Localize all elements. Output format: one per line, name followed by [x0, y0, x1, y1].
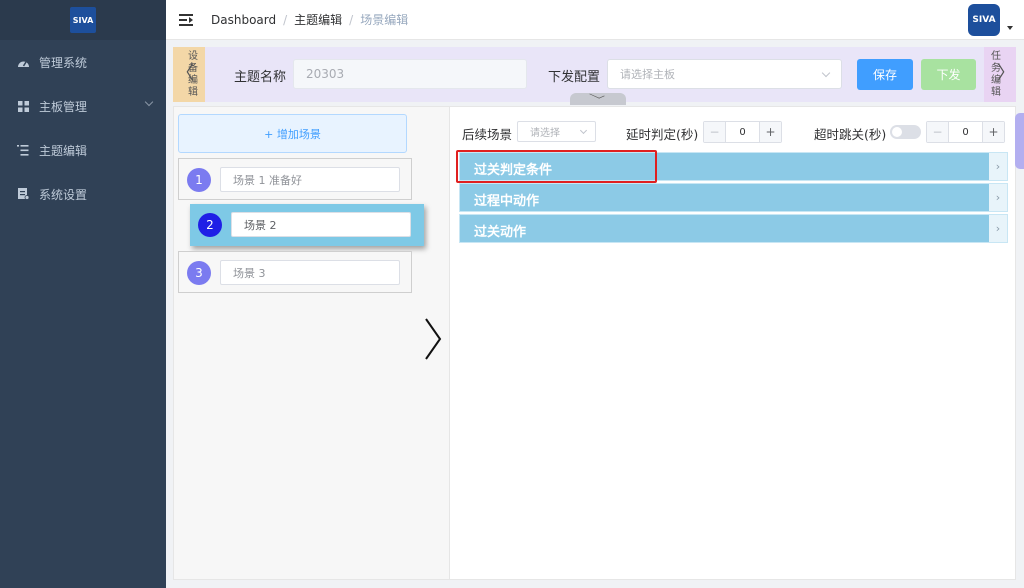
theme-name-input[interactable]: 20303	[293, 59, 527, 89]
settings-drawer-tab[interactable]	[1015, 113, 1024, 169]
next-scene-select[interactable]: 请选择	[517, 121, 596, 142]
board-select-placeholder: 请选择主板	[620, 68, 675, 81]
config-bar: 〈 设 备 编 辑 主题名称 20303 下发配置 请选择主板 保存 下发 任 …	[173, 47, 1016, 105]
chevron-right-icon[interactable]	[423, 317, 445, 361]
scene-name-input[interactable]: 场景 1 准备好	[220, 167, 400, 192]
scene-list-panel: + 增加场景 1 场景 1 准备好 2 场景 2 3 场景 3	[174, 107, 450, 579]
breadcrumb-separator: /	[349, 12, 354, 27]
top-navbar: Dashboard / 主题编辑 / 场景编辑 SIVA	[166, 0, 1024, 40]
sidebar-item-label: 主板管理	[39, 99, 88, 114]
document-icon	[16, 187, 30, 201]
highlight-annotation	[456, 150, 657, 183]
breadcrumb-dashboard[interactable]: Dashboard	[211, 13, 276, 27]
scene-number-badge: 1	[187, 168, 211, 192]
increment-button[interactable]: +	[759, 122, 781, 142]
dispatch-button[interactable]: 下发	[921, 59, 976, 90]
next-scene-label: 后续场景	[462, 127, 513, 142]
breadcrumb-theme-edit[interactable]: 主题编辑	[294, 11, 342, 28]
collapse-toggle[interactable]	[570, 91, 626, 105]
sidebar-item-management[interactable]: 管理系统	[0, 40, 166, 84]
scene-name-input[interactable]: 场景 3	[220, 260, 400, 285]
chevron-left-icon: 〈	[176, 63, 194, 84]
section-pass-actions[interactable]: 过关动作 ›	[459, 214, 1008, 243]
device-edit-tab[interactable]: 〈 设 备 编 辑	[173, 47, 205, 102]
sidebar: SIVA 管理系统 主板管理 主题编辑 系统设置	[0, 0, 166, 588]
dispatch-config-label: 下发配置	[548, 70, 601, 85]
tab-char: 设	[188, 50, 198, 62]
dashboard-icon	[16, 55, 30, 69]
scene-card[interactable]: 3 场景 3	[178, 251, 412, 293]
chevron-right-icon[interactable]: ›	[989, 184, 1007, 211]
chevron-down-icon	[579, 126, 588, 135]
user-avatar[interactable]: SIVA	[968, 4, 1000, 36]
theme-name-label: 主题名称	[234, 70, 287, 85]
chevron-right-icon: 〉	[997, 63, 1015, 84]
timeout-stepper[interactable]: − 0 +	[926, 121, 1005, 143]
delay-label: 延时判定(秒)	[626, 127, 699, 142]
chevron-down-icon	[821, 68, 831, 78]
delay-stepper[interactable]: − 0 +	[703, 121, 782, 143]
increment-button[interactable]: +	[982, 122, 1004, 142]
tab-char: 任	[991, 50, 1001, 62]
save-button[interactable]: 保存	[857, 59, 913, 90]
timeout-toggle[interactable]	[890, 125, 921, 139]
sidebar-item-label: 系统设置	[39, 187, 88, 202]
timeout-value[interactable]: 0	[949, 122, 982, 142]
section-title: 过程中动作	[474, 194, 540, 209]
caret-down-icon[interactable]	[1007, 26, 1013, 30]
section-title: 过关动作	[474, 225, 527, 240]
decrement-button[interactable]: −	[704, 122, 726, 142]
breadcrumb-separator: /	[283, 12, 288, 27]
toggle-knob	[892, 127, 902, 137]
scene-card[interactable]: 1 场景 1 准备好	[178, 158, 412, 200]
sidebar-item-label: 管理系统	[39, 55, 88, 70]
task-edit-tab[interactable]: 任 务 编 辑 〉	[984, 47, 1016, 102]
sidebar-item-system-settings[interactable]: 系统设置	[0, 172, 166, 216]
decrement-button[interactable]: −	[927, 122, 949, 142]
chevron-right-icon[interactable]: ›	[989, 153, 1007, 180]
scene-name-input[interactable]: 场景 2	[231, 212, 411, 237]
next-scene-placeholder: 请选择	[530, 128, 560, 139]
sidebar-item-theme-edit[interactable]: 主题编辑	[0, 128, 166, 172]
sidebar-item-board-management[interactable]: 主板管理	[0, 84, 166, 128]
scene-number-badge: 3	[187, 261, 211, 285]
scene-number-badge: 2	[198, 213, 222, 237]
logo-area: SIVA	[0, 0, 166, 40]
tab-char: 辑	[991, 86, 1001, 98]
grid-icon	[16, 99, 30, 113]
sidebar-item-label: 主题编辑	[39, 143, 88, 158]
siva-logo: SIVA	[70, 7, 96, 33]
list-icon	[16, 143, 30, 157]
timeout-label: 超时跳关(秒)	[814, 127, 887, 142]
scene-card-active[interactable]: 2 场景 2	[190, 204, 424, 246]
add-scene-button[interactable]: + 增加场景	[178, 114, 407, 153]
chevron-down-icon[interactable]	[144, 97, 154, 107]
chevron-down-icon	[589, 91, 605, 99]
chevron-right-icon[interactable]: ›	[989, 215, 1007, 242]
section-in-progress-actions[interactable]: 过程中动作 ›	[459, 183, 1008, 212]
delay-value[interactable]: 0	[726, 122, 759, 142]
tab-char: 辑	[188, 86, 198, 98]
hamburger-menu-icon[interactable]	[179, 13, 193, 26]
board-select[interactable]: 请选择主板	[607, 59, 842, 89]
breadcrumb-scene-edit: 场景编辑	[360, 13, 409, 27]
